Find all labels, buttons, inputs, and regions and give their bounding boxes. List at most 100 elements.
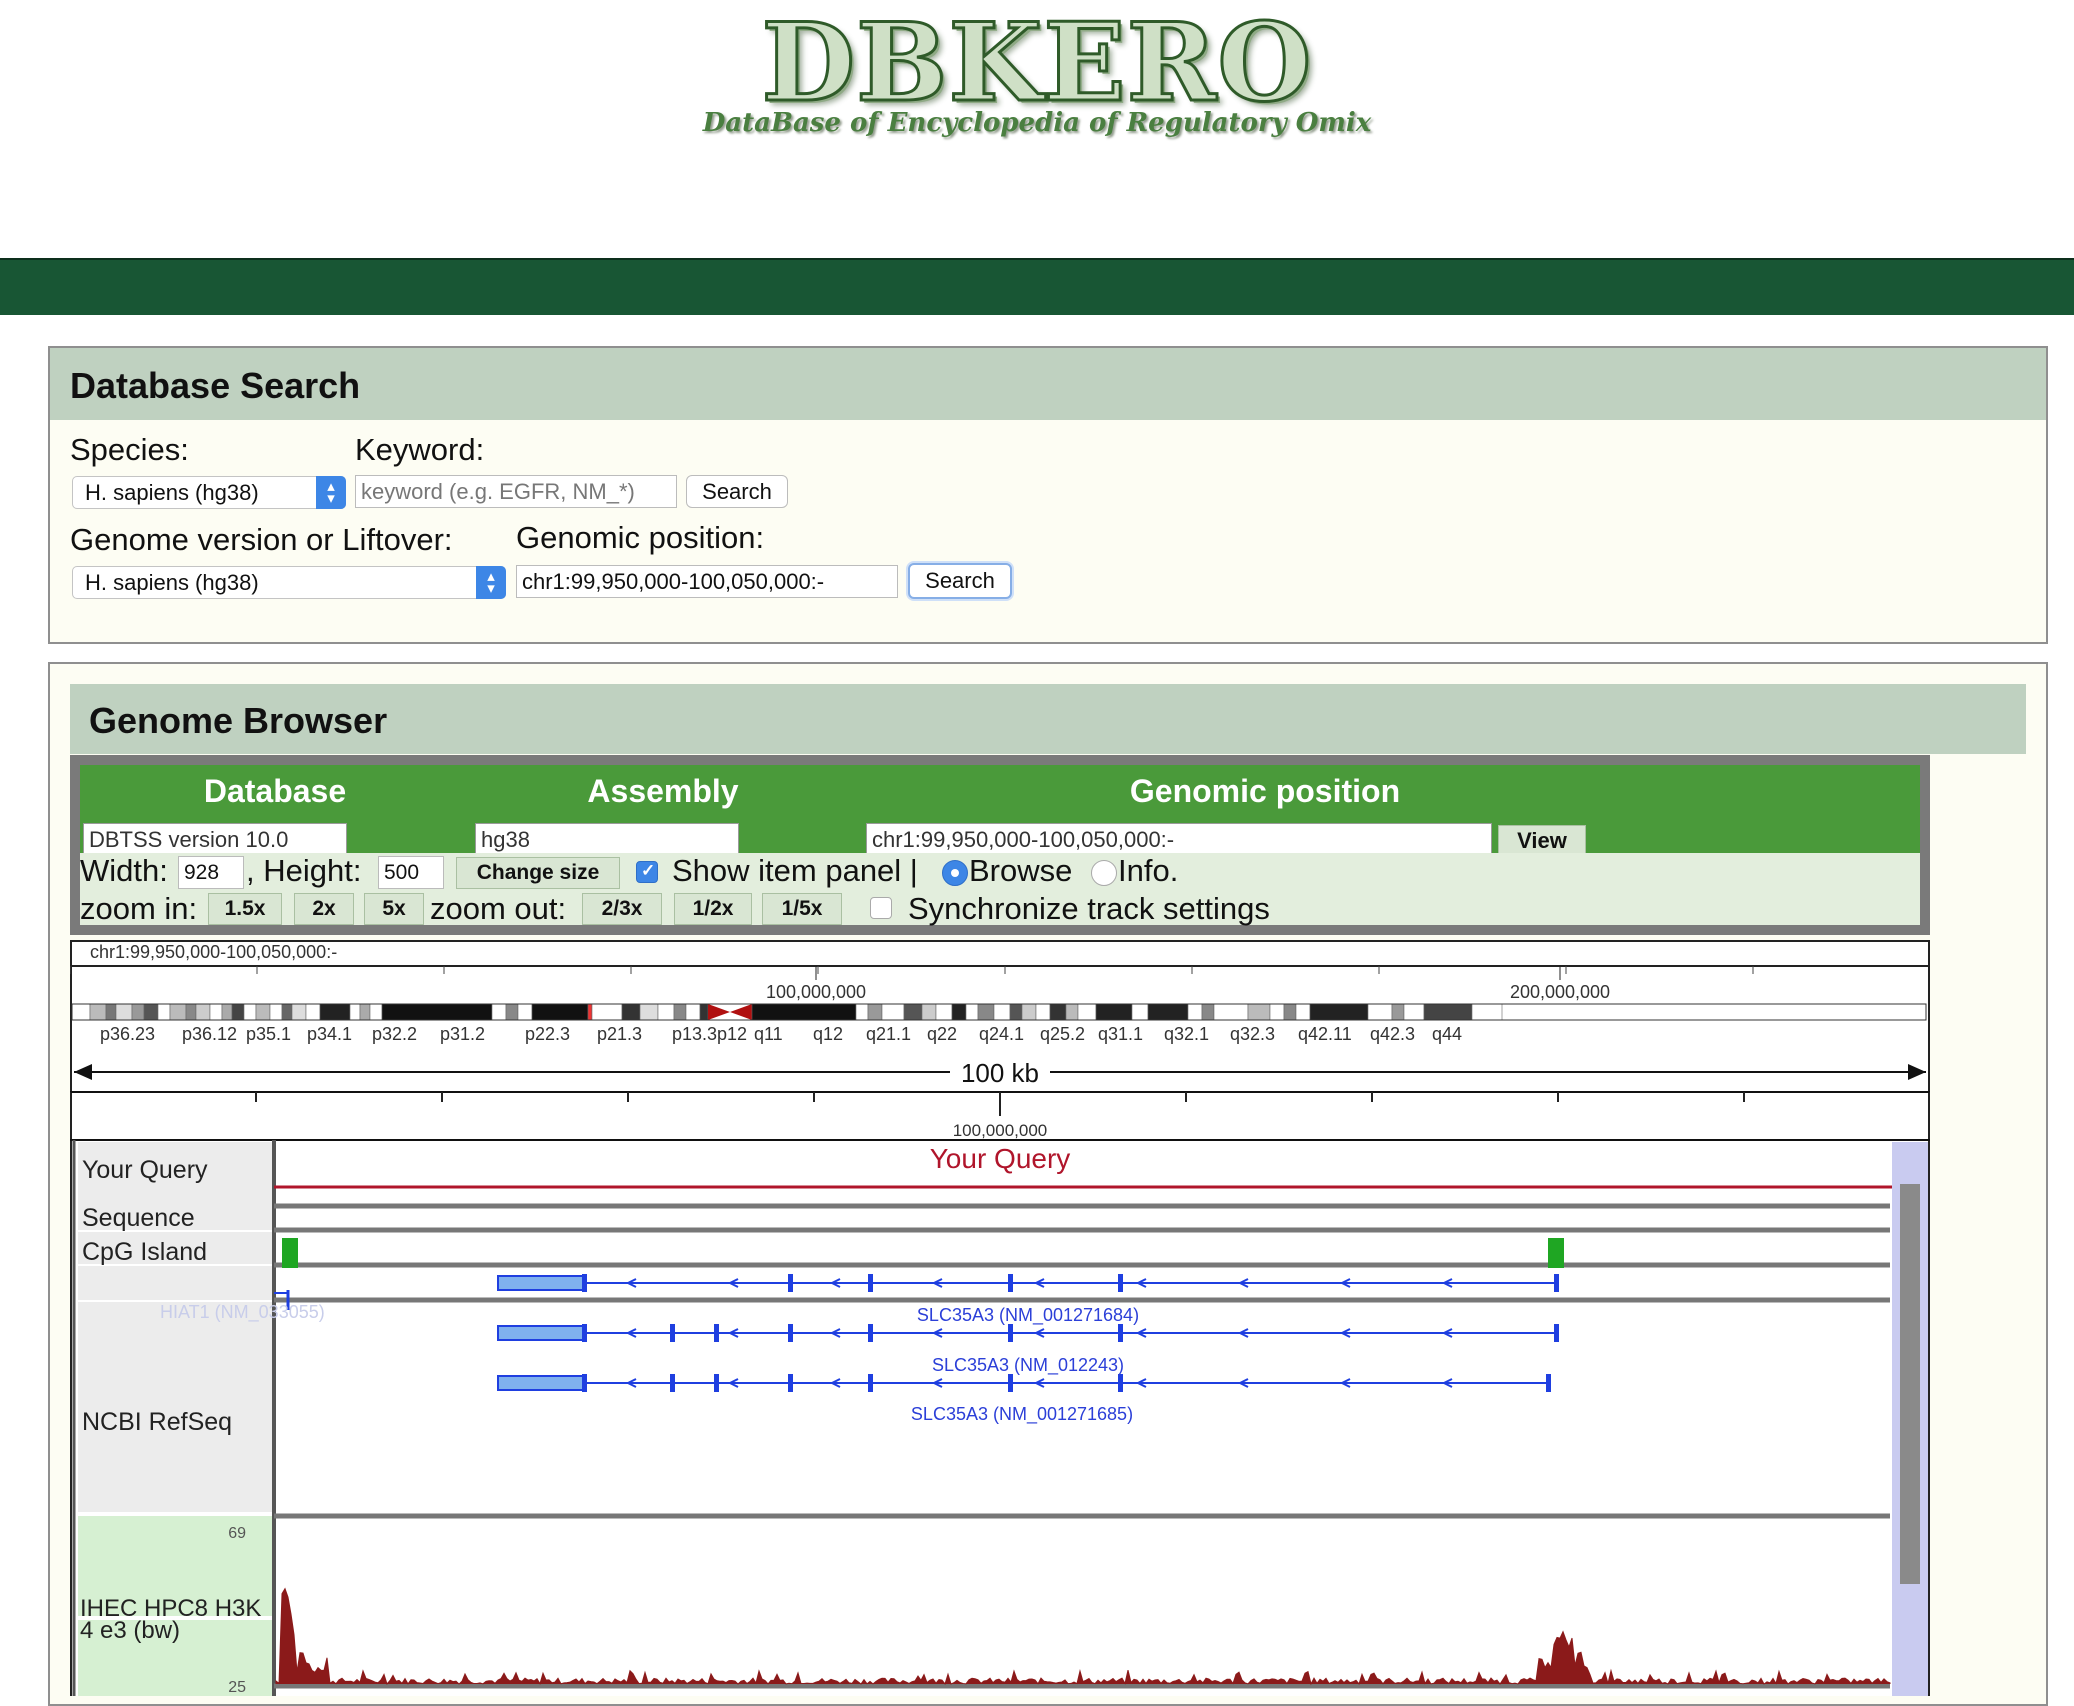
exon bbox=[714, 1374, 719, 1392]
signal-profile[interactable] bbox=[275, 1587, 1891, 1686]
chromosome-band bbox=[517, 1003, 533, 1021]
show-item-panel-label: Show item panel | bbox=[672, 853, 918, 888]
genomic-position-label: Genomic position: bbox=[516, 520, 765, 555]
chromosome-band bbox=[231, 1003, 245, 1021]
chromosome-band bbox=[685, 1003, 701, 1021]
chromosome-band bbox=[1247, 1003, 1271, 1021]
genomic-position-input[interactable] bbox=[516, 565, 898, 598]
chromosome-band bbox=[1049, 1003, 1067, 1021]
zoom-in-label: zoom in: bbox=[80, 891, 198, 926]
band-label: q31.1 bbox=[1098, 1024, 1143, 1044]
logo-subtitle: DataBase of Encyclopedia of Regulatory O… bbox=[702, 108, 1372, 138]
chromosome-band bbox=[1021, 1003, 1037, 1021]
cpg-island[interactable] bbox=[282, 1238, 298, 1268]
chromosome-band bbox=[185, 1003, 197, 1021]
exon bbox=[1008, 1274, 1013, 1292]
height-input[interactable]: 500 bbox=[378, 856, 444, 889]
exon bbox=[1546, 1374, 1551, 1392]
chromosome-band bbox=[195, 1003, 211, 1021]
browse-radio[interactable] bbox=[942, 860, 968, 886]
chromosome-band bbox=[1403, 1003, 1425, 1021]
chromosome-band bbox=[881, 1003, 905, 1021]
show-item-panel-checkbox[interactable]: ✓ bbox=[636, 861, 658, 883]
chromosome-band bbox=[867, 1003, 883, 1021]
genome-browser-canvas[interactable]: chr1:99,950,000-100,050,000:- 100,000,00… bbox=[70, 940, 1930, 1696]
transcript-label-3[interactable]: SLC35A3 (NM_001271685) bbox=[911, 1404, 1133, 1425]
exon bbox=[582, 1374, 587, 1392]
zoom-in-5x-button[interactable]: 5x bbox=[364, 893, 424, 925]
exon bbox=[1118, 1274, 1123, 1292]
exon bbox=[582, 1324, 587, 1342]
cpg-island[interactable] bbox=[1548, 1238, 1564, 1268]
chromosome-band bbox=[491, 1003, 507, 1021]
position-search-button[interactable]: Search bbox=[908, 563, 1012, 599]
refseq-genes[interactable] bbox=[274, 1274, 1559, 1392]
transcript-label-2[interactable]: SLC35A3 (NM_012243) bbox=[932, 1355, 1124, 1376]
gene-slc35a3-nm-001271685[interactable] bbox=[497, 1374, 1551, 1392]
zoom-out-1-5x-button[interactable]: 1/5x bbox=[762, 893, 842, 925]
exon bbox=[1118, 1374, 1123, 1392]
chromosome-ruler bbox=[70, 966, 1754, 980]
chromosome-band bbox=[221, 1003, 233, 1021]
zoom-out-2-3x-button[interactable]: 2/3x bbox=[582, 893, 662, 925]
keyword-search-button[interactable]: Search bbox=[686, 475, 788, 508]
chromosome-band bbox=[243, 1003, 257, 1021]
site-logo[interactable]: DBKERO DataBase of Encyclopedia of Regul… bbox=[0, 0, 2074, 160]
chromosome-band bbox=[993, 1003, 1011, 1021]
track-label-sequence[interactable]: Sequence bbox=[82, 1204, 195, 1232]
exon bbox=[868, 1274, 873, 1292]
track-label-cpg-island[interactable]: CpG Island bbox=[82, 1238, 207, 1266]
utr-exon bbox=[497, 1375, 585, 1391]
transcript-label-1[interactable]: SLC35A3 (NM_001271684) bbox=[917, 1305, 1139, 1326]
chromosome-band bbox=[591, 1003, 623, 1021]
width-input[interactable]: 928 bbox=[178, 856, 244, 889]
chromosome-band bbox=[157, 1003, 171, 1021]
species-select-value: H. sapiens (hg38) bbox=[85, 480, 259, 505]
exon bbox=[868, 1374, 873, 1392]
gene-slc35a3-nm-012243[interactable] bbox=[497, 1324, 1559, 1342]
exon bbox=[670, 1374, 675, 1392]
genome-version-label: Genome version or Liftover: bbox=[70, 522, 453, 557]
signal-max: 69 bbox=[228, 1525, 246, 1542]
band-label: p35.1 bbox=[246, 1024, 291, 1044]
chromosome-band bbox=[1391, 1003, 1405, 1021]
chromosome-band bbox=[977, 1003, 995, 1021]
database-field[interactable]: DBTSS version 10.0 bbox=[83, 823, 347, 857]
gene-slc35a3-nm-001271684[interactable] bbox=[497, 1274, 1559, 1292]
band-label: q22 bbox=[927, 1024, 957, 1044]
chromosome-band bbox=[1471, 1003, 1503, 1021]
genome-version-select[interactable]: H. sapiens (hg38) ▴ ▾ bbox=[72, 566, 506, 599]
keyword-label: Keyword: bbox=[355, 432, 485, 467]
change-size-button[interactable]: Change size bbox=[456, 857, 620, 889]
chromosome-band bbox=[921, 1003, 937, 1021]
chromosome-ideogram[interactable] bbox=[71, 1003, 1927, 1021]
band-label: p32.2 bbox=[372, 1024, 417, 1044]
sync-track-settings-label: Synchronize track settings bbox=[908, 891, 1270, 926]
browser-position-field[interactable]: chr1:99,950,000-100,050,000:- bbox=[866, 823, 1492, 857]
zoom-out-label: zoom out: bbox=[430, 891, 567, 926]
species-select[interactable]: H. sapiens (hg38) ▴ ▾ bbox=[72, 476, 346, 509]
keyword-input[interactable] bbox=[355, 475, 677, 508]
zoom-out-1-2x-button[interactable]: 1/2x bbox=[674, 893, 752, 925]
track-label-ihec[interactable]: IHEC HPC8 H3K4 e3 (bw) bbox=[80, 1598, 274, 1643]
band-label: q42.3 bbox=[1370, 1024, 1415, 1044]
browser-options: Width: 928 , Height: 500 Change size ✓ S… bbox=[80, 853, 1920, 926]
track-scrollbar-thumb[interactable] bbox=[1900, 1184, 1920, 1584]
zoom-in-1.5x-button[interactable]: 1.5x bbox=[208, 893, 282, 925]
track-label-your-query[interactable]: Your Query bbox=[82, 1156, 208, 1184]
chromosome-band bbox=[621, 1003, 641, 1021]
chromosome-band bbox=[531, 1003, 589, 1021]
utr-exon bbox=[497, 1275, 585, 1291]
info-radio[interactable] bbox=[1091, 860, 1117, 886]
chromosome-band bbox=[359, 1003, 371, 1021]
chromosome-band bbox=[349, 1003, 361, 1021]
sync-track-settings-checkbox[interactable] bbox=[870, 897, 892, 919]
h3k4me3-signal[interactable] bbox=[275, 1587, 1891, 1686]
band-labels: p36.23 p36.12 p35.1 p34.1 p32.2 p31.2 p22.3 p21… bbox=[100, 1024, 1462, 1044]
browser-form-header: Database Assembly Genomic position DBTSS… bbox=[80, 765, 1920, 857]
track-label-ncbi-refseq[interactable]: NCBI RefSeq bbox=[82, 1408, 232, 1436]
right-arrow-icon bbox=[1908, 1064, 1926, 1080]
assembly-field[interactable]: hg38 bbox=[475, 823, 739, 857]
exon bbox=[1008, 1324, 1013, 1342]
zoom-in-2x-button[interactable]: 2x bbox=[294, 893, 354, 925]
